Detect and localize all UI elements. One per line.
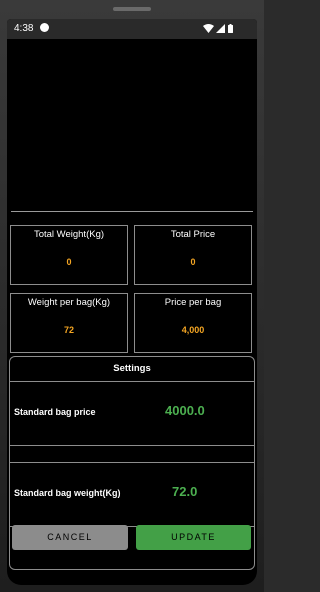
bag-weight-row[interactable]: Standard bag weight(Kg) 72.0 bbox=[10, 462, 254, 527]
status-time: 4:38 bbox=[14, 23, 34, 34]
bag-price-row[interactable]: Standard bag price 4000.0 bbox=[10, 381, 254, 446]
total-weight-value: 0 bbox=[66, 257, 72, 267]
battery-icon bbox=[228, 24, 233, 33]
signal-icon bbox=[216, 24, 225, 33]
bag-price-value[interactable]: 4000.0 bbox=[165, 403, 205, 418]
cancel-button[interactable]: CANCEL bbox=[12, 525, 128, 550]
bag-price-label: Standard bag price bbox=[14, 407, 96, 417]
price-per-bag-label: Price per bag bbox=[164, 297, 222, 308]
update-button[interactable]: UPDATE bbox=[136, 525, 251, 550]
status-bar: 4:38 bbox=[7, 19, 257, 39]
speaker-grille bbox=[113, 7, 151, 11]
total-weight-label: Total Weight(Kg) bbox=[33, 229, 105, 240]
phone-frame: 4:38 Total Weight(Kg) 0 Total Price 0 We… bbox=[0, 0, 264, 592]
bag-weight-value[interactable]: 72.0 bbox=[172, 484, 197, 499]
total-price-value: 0 bbox=[190, 257, 196, 267]
weight-per-bag-value: 72 bbox=[63, 325, 74, 335]
total-price-label: Total Price bbox=[170, 229, 216, 240]
bag-weight-label: Standard bag weight(Kg) bbox=[14, 488, 121, 498]
total-weight-card: Total Weight(Kg) 0 bbox=[10, 225, 128, 285]
weight-per-bag-card: Weight per bag(Kg) 72 bbox=[10, 293, 128, 353]
status-icons bbox=[203, 24, 243, 34]
price-per-bag-card: Price per bag 4,000 bbox=[134, 293, 252, 353]
message-notification-icon bbox=[40, 23, 49, 32]
app-screen: 4:38 Total Weight(Kg) 0 Total Price 0 We… bbox=[7, 19, 257, 585]
settings-title: Settings bbox=[113, 363, 151, 374]
header-divider bbox=[11, 211, 253, 212]
price-per-bag-value: 4,000 bbox=[181, 325, 205, 335]
weight-per-bag-label: Weight per bag(Kg) bbox=[27, 297, 111, 308]
total-price-card: Total Price 0 bbox=[134, 225, 252, 285]
wifi-icon bbox=[203, 24, 214, 33]
